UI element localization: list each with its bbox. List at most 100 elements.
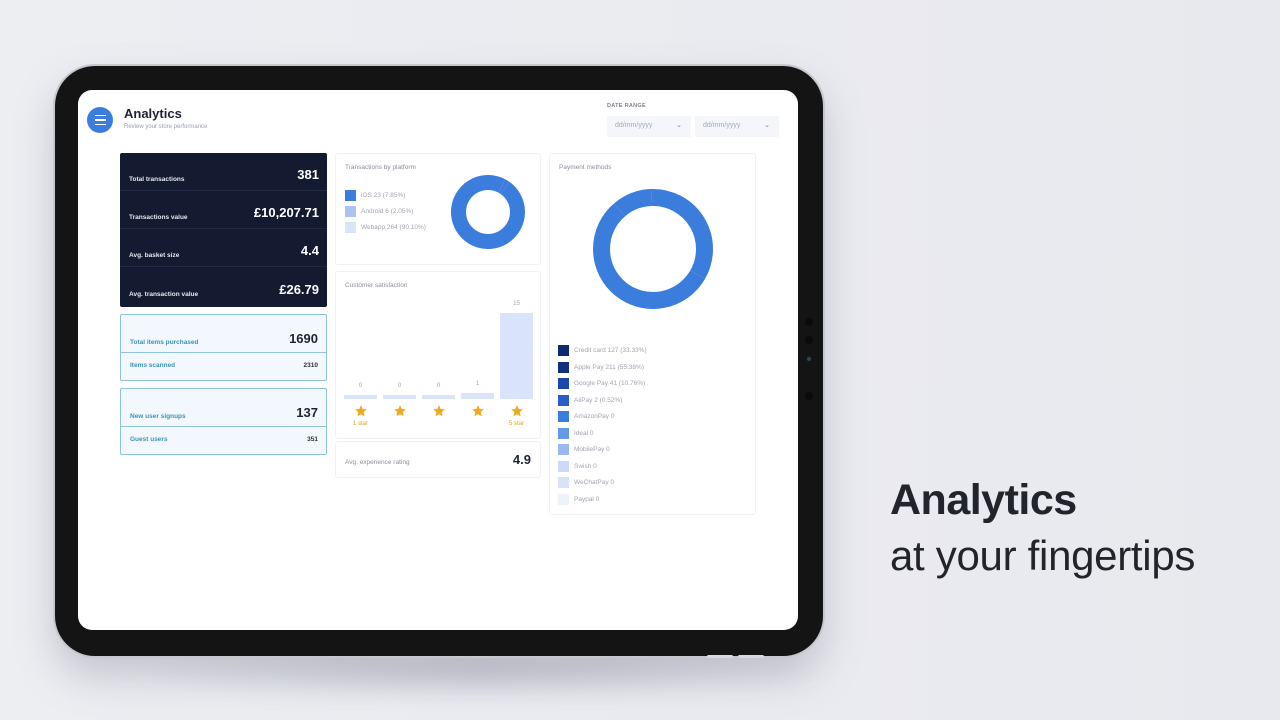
legend-label: Google Pay 41 (10.76%) bbox=[574, 380, 646, 387]
payment-legend-item: WeChatPay 0 bbox=[558, 477, 614, 488]
satisfaction-bar bbox=[383, 395, 416, 399]
chart-title: Payment methods bbox=[559, 164, 612, 171]
payment-slice bbox=[652, 189, 713, 279]
experience-rating-card: Avg. experience rating 4.9 bbox=[335, 441, 541, 478]
promo-headline: Analytics bbox=[890, 476, 1077, 524]
star-icon bbox=[511, 405, 523, 417]
summary-value: £10,207.71 bbox=[253, 205, 319, 220]
satisfaction-bar bbox=[461, 393, 494, 399]
satisfaction-bar bbox=[422, 395, 455, 399]
platform-legend-item: Webapp 264 (90.10%) bbox=[345, 222, 426, 233]
page-title: Analytics bbox=[124, 106, 182, 121]
satisfaction-bar bbox=[344, 395, 377, 399]
legend-label: Paypal 0 bbox=[574, 495, 600, 503]
items-scanned-value: 2310 bbox=[303, 362, 318, 369]
summary-label: Total transactions bbox=[129, 176, 185, 183]
summary-row: Transactions value £10,207.71 bbox=[120, 191, 327, 229]
payment-legend-item: Apple Pay 211 (55.38%) bbox=[558, 361, 644, 373]
bar-category-label: 1 star bbox=[352, 421, 368, 427]
summary-row: Avg. basket size 4.4 bbox=[120, 229, 327, 267]
bar-data-label: 0 bbox=[358, 383, 363, 389]
summary-value: 381 bbox=[297, 167, 319, 182]
star-icon bbox=[394, 405, 406, 417]
legend-label: Webapp 264 (90.10%) bbox=[361, 224, 426, 231]
legend-swatch bbox=[345, 222, 356, 233]
platform-slice bbox=[451, 175, 525, 249]
legend-label: Ideal 0 bbox=[574, 429, 594, 437]
legend-label: WeChatPay 0 bbox=[574, 479, 614, 486]
tablet-volume-button bbox=[738, 655, 764, 658]
legend-swatch bbox=[558, 427, 569, 439]
legend-label: Apple Pay 211 (55.38%) bbox=[574, 363, 644, 371]
chevron-down-icon: ⌄ bbox=[764, 122, 770, 129]
page-subtitle: Review your store performance bbox=[124, 124, 208, 130]
legend-label: AliPay 2 (0.52%) bbox=[574, 396, 623, 404]
chart-title: Customer satisfaction bbox=[345, 282, 408, 289]
legend-swatch bbox=[558, 345, 569, 356]
satisfaction-chart-card: Customer satisfaction 0 1 star 0 0 1 15 5 star bbox=[335, 271, 541, 439]
date-to-input[interactable]: dd/mm/yyyy ⌄ bbox=[695, 116, 779, 137]
summary-value: 4.4 bbox=[300, 243, 319, 258]
tablet-volume-button bbox=[707, 655, 733, 658]
items-card: Total items purchased 1690 Items scanned… bbox=[120, 314, 327, 381]
legend-swatch bbox=[558, 444, 569, 455]
new-signups-value: 137 bbox=[296, 405, 318, 420]
app-screen: Analytics Review your store performance … bbox=[78, 90, 798, 630]
guest-users-label: Guest users bbox=[130, 436, 168, 443]
guest-users-value: 351 bbox=[307, 436, 318, 443]
satisfaction-bar bbox=[500, 313, 533, 399]
legend-swatch bbox=[345, 206, 356, 217]
platform-slice bbox=[498, 179, 510, 195]
hamburger-menu-icon bbox=[94, 113, 106, 126]
legend-label: Credit card 127 (33.33%) bbox=[574, 347, 647, 354]
items-scanned-label: Items scanned bbox=[130, 362, 176, 369]
payment-donut-chart bbox=[593, 189, 713, 309]
payment-slice bbox=[593, 203, 705, 309]
legend-swatch bbox=[558, 477, 569, 488]
star-icon bbox=[355, 405, 367, 417]
summary-label: Avg. basket size bbox=[129, 252, 180, 259]
legend-swatch bbox=[558, 394, 569, 406]
chart-title: Transactions by platform bbox=[345, 164, 416, 171]
items-purchased-value: 1690 bbox=[289, 331, 318, 346]
items-purchased-label: Total items purchased bbox=[130, 339, 199, 346]
legend-swatch bbox=[558, 460, 569, 472]
payment-legend-item: Google Pay 41 (10.76%) bbox=[558, 378, 645, 389]
payment-legend-item: Credit card 127 (33.33%) bbox=[558, 345, 647, 356]
legend-label: MobilePay 0 bbox=[574, 446, 610, 453]
date-from-input[interactable]: dd/mm/yyyy ⌄ bbox=[607, 116, 691, 137]
tablet-sensor bbox=[805, 318, 813, 326]
star-icon bbox=[433, 405, 445, 417]
legend-swatch bbox=[345, 190, 356, 201]
date-range-label: DATE RANGE bbox=[607, 103, 646, 109]
summary-label: Transactions value bbox=[129, 214, 188, 221]
legend-label: Swish 0 bbox=[574, 462, 597, 470]
users-card: New user signups 137 Guest users 351 bbox=[120, 388, 327, 455]
promo-tagline: at your fingertips bbox=[890, 532, 1196, 579]
platform-legend-item: iOS 23 (7.85%) bbox=[345, 190, 405, 201]
platform-chart-card: Transactions by platform iOS 23 (7.85%) A… bbox=[335, 153, 541, 265]
menu-button[interactable] bbox=[87, 107, 113, 133]
platform-legend-item: Android 6 (2.05%) bbox=[345, 206, 413, 217]
tablet-camera-icon bbox=[807, 357, 811, 361]
payment-legend-item: Ideal 0 bbox=[558, 427, 594, 439]
payment-legend-item: AliPay 2 (0.52%) bbox=[558, 394, 623, 406]
legend-label: Android 6 (2.05%) bbox=[361, 208, 414, 215]
platform-donut-chart bbox=[451, 175, 525, 249]
date-from-placeholder: dd/mm/yyyy bbox=[615, 122, 653, 129]
legend-swatch bbox=[558, 378, 569, 389]
payment-legend-item: MobilePay 0 bbox=[558, 444, 610, 455]
bar-data-label: 0 bbox=[436, 383, 441, 389]
rating-value: 4.9 bbox=[512, 452, 531, 467]
payment-legend-item: AmazonPay 0 bbox=[558, 411, 614, 422]
payment-methods-card: Payment methods Credit card 127 (33.33%)… bbox=[549, 153, 756, 515]
star-icon bbox=[472, 405, 484, 417]
payment-legend-item: Swish 0 bbox=[558, 460, 597, 472]
platform-slice bbox=[487, 175, 506, 193]
bar-data-label: 1 bbox=[475, 381, 480, 388]
summary-row: Total transactions 381 bbox=[120, 153, 327, 191]
chevron-down-icon: ⌄ bbox=[676, 122, 682, 129]
summary-row: Avg. transaction value £26.79 bbox=[120, 267, 327, 305]
legend-label: iOS 23 (7.85%) bbox=[361, 192, 406, 199]
legend-swatch bbox=[558, 411, 569, 422]
